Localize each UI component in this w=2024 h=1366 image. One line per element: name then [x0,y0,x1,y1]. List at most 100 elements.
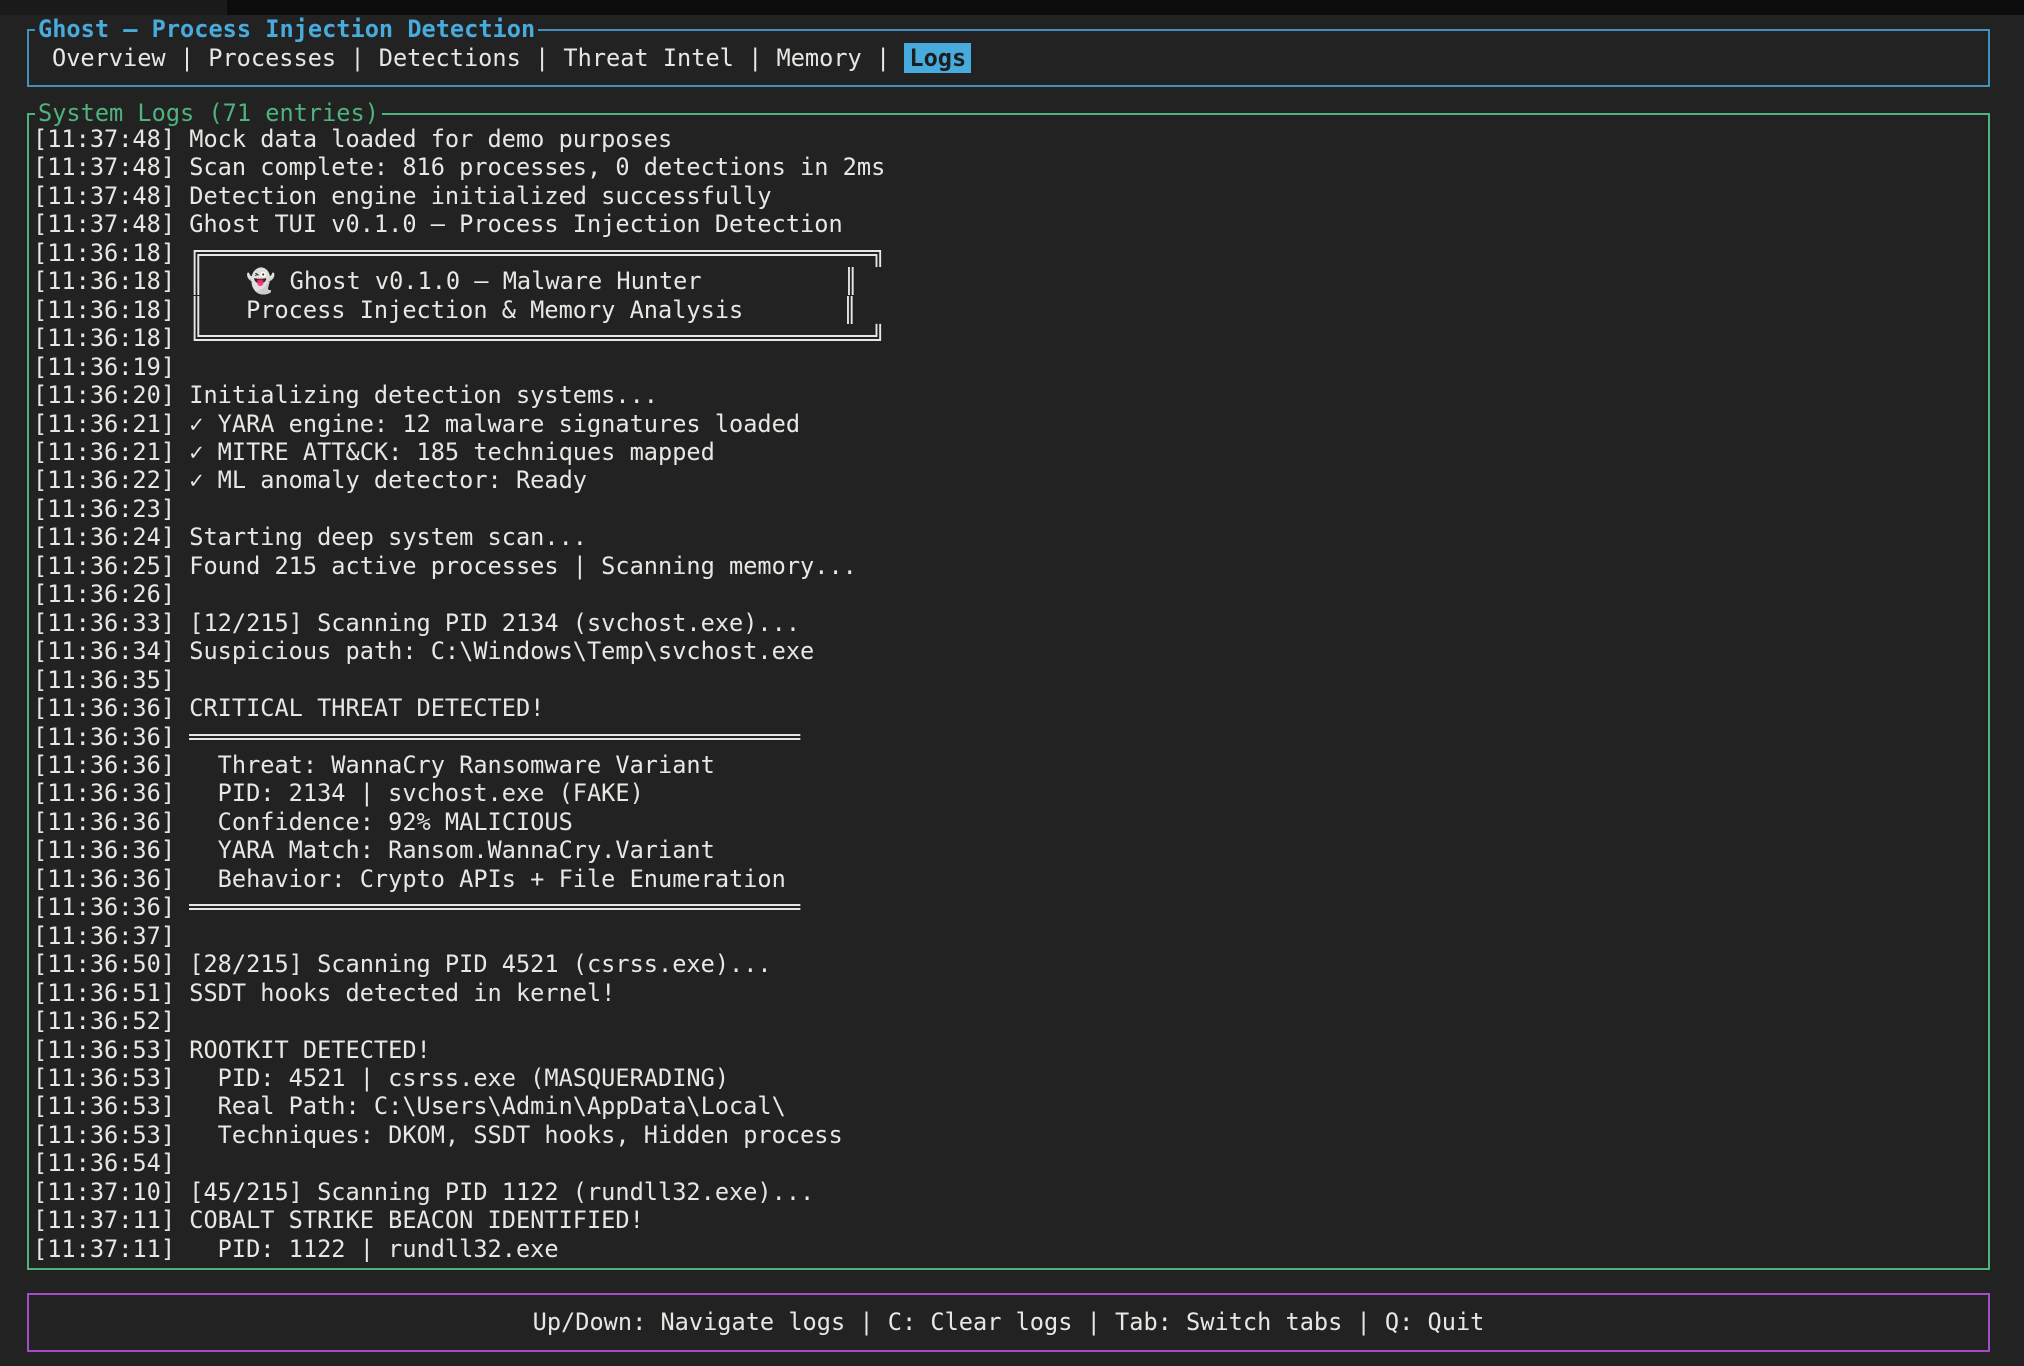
log-line: [11:36:18] ╚════════════════════════════… [33,324,1982,352]
log-message: PID: 2134 | svchost.exe (FAKE) [175,779,644,807]
log-timestamp: [11:36:53] [33,1121,175,1149]
tab-memory[interactable]: Memory [777,44,862,72]
log-timestamp: [11:36:20] [33,381,175,409]
log-line: [11:36:22] ✓ ML anomaly detector: Ready [33,466,1982,494]
status-bar: Up/Down: Navigate logs | C: Clear logs |… [27,1293,1990,1352]
log-timestamp: [11:36:37] [33,922,175,950]
tab-logs[interactable]: Logs [904,43,971,73]
ghost-tui-screen: Ghost — Process Injection Detection Over… [0,0,2024,1366]
log-timestamp: [11:36:36] [33,751,175,779]
log-message: Ghost TUI v0.1.0 — Process Injection Det… [175,210,843,238]
app-title: Ghost — Process Injection Detection [35,15,538,44]
system-logs-title: System Logs (71 entries) [35,99,382,128]
log-message: [12/215] Scanning PID 2134 (svchost.exe)… [175,609,800,637]
log-timestamp: [11:36:53] [33,1092,175,1120]
title-tab-panel: Ghost — Process Injection Detection Over… [27,29,1990,87]
log-message: Suspicious path: C:\Windows\Temp\svchost… [175,637,814,665]
log-timestamp: [11:36:35] [33,666,175,694]
log-timestamp: [11:37:48] [33,153,175,181]
log-message: Detection engine initialized successfull… [175,182,772,210]
log-line: [11:36:36] ═════════════════════════════… [33,723,1982,751]
log-timestamp: [11:36:25] [33,552,175,580]
log-line: [11:36:18] ╔════════════════════════════… [33,239,1982,267]
log-message: COBALT STRIKE BEACON IDENTIFIED! [175,1206,644,1234]
log-line: [11:36:25] Found 215 active processes | … [33,552,1982,580]
log-timestamp: [11:36:54] [33,1149,175,1177]
log-message: [28/215] Scanning PID 4521 (csrss.exe)..… [175,950,772,978]
log-timestamp: [11:36:21] [33,410,175,438]
log-list[interactable]: [11:37:48] Mock data loaded for demo pur… [33,125,1982,1262]
log-timestamp: [11:36:36] [33,723,175,751]
log-line: [11:36:21] ✓ MITRE ATT&CK: 185 technique… [33,438,1982,466]
tab-threat-intel[interactable]: Threat Intel [563,44,733,72]
log-line: [11:36:35] [33,666,1982,694]
log-message: Threat: WannaCry Ransomware Variant [175,751,715,779]
log-line: [11:36:20] Initializing detection system… [33,381,1982,409]
log-line: [11:36:23] [33,495,1982,523]
log-message: ════════════════════════════════════════… [175,893,800,921]
log-line: [11:36:18] ║ Process Injection & Memory … [33,296,1982,324]
log-line: [11:36:33] [12/215] Scanning PID 2134 (s… [33,609,1982,637]
log-timestamp: [11:36:51] [33,979,175,1007]
log-message: [45/215] Scanning PID 1122 (rundll32.exe… [175,1178,814,1206]
log-timestamp: [11:36:18] [33,239,175,267]
log-line: [11:36:36] Confidence: 92% MALICIOUS [33,808,1982,836]
log-timestamp: [11:37:11] [33,1206,175,1234]
log-message: ✓ YARA engine: 12 malware signatures loa… [175,410,800,438]
log-message: ║ 👻 Ghost v0.1.0 — Malware Hunter ║ [175,267,858,295]
log-message: PID: 1122 | rundll32.exe [175,1235,559,1262]
log-timestamp: [11:36:18] [33,267,175,295]
log-line: [11:36:21] ✓ YARA engine: 12 malware sig… [33,410,1982,438]
log-timestamp: [11:36:36] [33,865,175,893]
log-timestamp: [11:36:21] [33,438,175,466]
log-line: [11:36:51] SSDT hooks detected in kernel… [33,979,1982,1007]
tab-processes[interactable]: Processes [208,44,336,72]
log-line: [11:36:24] Starting deep system scan... [33,523,1982,551]
log-message: Initializing detection systems... [175,381,658,409]
log-message: Techniques: DKOM, SSDT hooks, Hidden pro… [175,1121,843,1149]
log-line: [11:36:19] [33,353,1982,381]
log-line: [11:36:37] [33,922,1982,950]
log-message: Mock data loaded for demo purposes [175,125,672,153]
log-timestamp: [11:36:36] [33,893,175,921]
log-message: SSDT hooks detected in kernel! [175,979,615,1007]
tab-overview[interactable]: Overview [52,44,166,72]
tab-separator: | [336,44,379,72]
log-timestamp: [11:36:23] [33,495,175,523]
log-timestamp: [11:36:53] [33,1036,175,1064]
tab-detections[interactable]: Detections [379,44,521,72]
log-timestamp: [11:36:18] [33,324,175,352]
terminal-tab-strip-segment [0,0,227,15]
log-timestamp: [11:36:52] [33,1007,175,1035]
log-message: Found 215 active processes | Scanning me… [175,552,857,580]
log-timestamp: [11:36:24] [33,523,175,551]
log-line: [11:36:36] YARA Match: Ransom.WannaCry.V… [33,836,1982,864]
tab-separator: | [521,44,564,72]
log-timestamp: [11:36:53] [33,1064,175,1092]
log-line: [11:36:34] Suspicious path: C:\Windows\T… [33,637,1982,665]
tab-bar: Overview | Processes | Detections | Thre… [52,44,971,73]
log-timestamp: [11:36:36] [33,808,175,836]
log-line: [11:36:53] ROOTKIT DETECTED! [33,1036,1982,1064]
log-message: ════════════════════════════════════════… [175,723,800,751]
log-message: Real Path: C:\Users\Admin\AppData\Local\ [175,1092,786,1120]
log-timestamp: [11:36:26] [33,580,175,608]
log-line: [11:36:53] Real Path: C:\Users\Admin\App… [33,1092,1982,1120]
log-message: ╔═══════════════════════════════════════… [175,239,885,267]
tab-separator: | [862,44,905,72]
log-line: [11:37:48] Scan complete: 816 processes,… [33,153,1982,181]
log-line: [11:37:48] Detection engine initialized … [33,182,1982,210]
log-line: [11:36:36] PID: 2134 | svchost.exe (FAKE… [33,779,1982,807]
log-timestamp: [11:36:36] [33,836,175,864]
log-message: ✓ MITRE ATT&CK: 185 techniques mapped [175,438,715,466]
log-timestamp: [11:37:11] [33,1235,175,1262]
log-line: [11:36:36] ═════════════════════════════… [33,893,1982,921]
log-message: Starting deep system scan... [175,523,587,551]
log-line: [11:36:53] PID: 4521 | csrss.exe (MASQUE… [33,1064,1982,1092]
log-message: ║ Process Injection & Memory Analysis ║ [175,296,857,324]
log-timestamp: [11:36:22] [33,466,175,494]
log-line: [11:36:36] CRITICAL THREAT DETECTED! [33,694,1982,722]
log-line: [11:36:36] Threat: WannaCry Ransomware V… [33,751,1982,779]
log-line: [11:36:36] Behavior: Crypto APIs + File … [33,865,1982,893]
log-message: CRITICAL THREAT DETECTED! [175,694,544,722]
